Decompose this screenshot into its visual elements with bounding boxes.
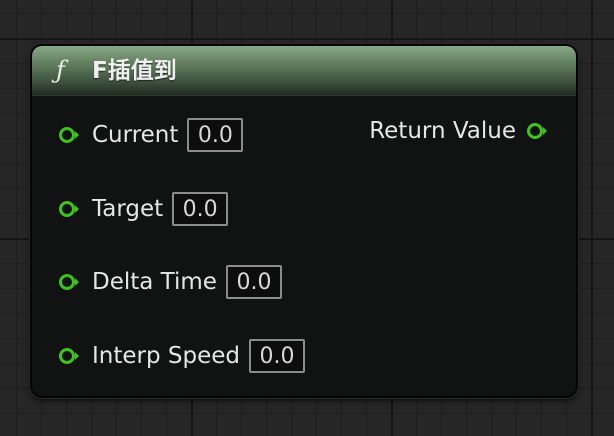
input-row-target: Target 0.0	[58, 192, 229, 226]
input-value-delta-time[interactable]: 0.0	[225, 265, 282, 299]
input-value-interp-speed[interactable]: 0.0	[249, 339, 305, 373]
input-row-delta-time: Delta Time 0.0	[58, 265, 282, 299]
output-row-return-value: Return Value	[369, 114, 548, 148]
output-pin-icon[interactable]	[526, 120, 548, 142]
input-pin-icon[interactable]	[58, 271, 80, 293]
input-label-interp-speed: Interp Speed	[92, 343, 240, 369]
node-title: F插值到	[92, 58, 177, 84]
input-pin-icon[interactable]	[58, 198, 80, 220]
input-label-current: Current	[92, 122, 179, 148]
blueprint-node-finterp-to[interactable]: ƒ F插值到 Current 0.0 Target 0.0 Delta Time…	[30, 44, 578, 398]
function-icon: ƒ	[56, 56, 65, 84]
output-label-return-value: Return Value	[369, 118, 516, 144]
input-value-current[interactable]: 0.0	[187, 118, 244, 152]
input-value-target[interactable]: 0.0	[172, 192, 229, 226]
input-pin-icon[interactable]	[58, 124, 80, 146]
input-label-delta-time: Delta Time	[92, 269, 217, 295]
node-header[interactable]: ƒ F插值到	[32, 46, 576, 96]
input-label-target: Target	[92, 196, 164, 222]
input-row-interp-speed: Interp Speed 0.0	[58, 339, 305, 373]
input-pin-icon[interactable]	[58, 345, 80, 367]
input-row-current: Current 0.0	[58, 118, 244, 152]
